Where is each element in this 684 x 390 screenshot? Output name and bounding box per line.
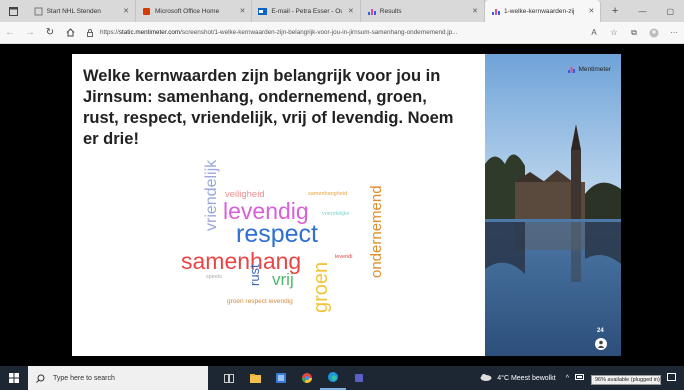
battery-icon[interactable] [575, 374, 585, 382]
word-vriendelijk: vriendelijk [203, 159, 220, 231]
word-vriendelijke: vriendelijke [322, 211, 350, 217]
address-toolbar: ← → ↻ https://static.mentimeter.com/scre… [0, 22, 684, 44]
slide-question: Welke kernwaarden zijn belangrijk voor j… [83, 67, 454, 148]
participant-icon [595, 338, 607, 350]
minimize-icon[interactable]: — [629, 0, 657, 22]
word-rust: rust [247, 264, 262, 286]
page-icon [34, 7, 43, 16]
powerpoint-icon[interactable] [268, 366, 294, 390]
forward-icon[interactable]: → [20, 22, 40, 44]
url-host: static.mentimeter.com [118, 29, 181, 36]
taskbar: Type here to search 4°C Meest bewolkt ^ [0, 366, 684, 390]
word-ondernemend: ondernemend [368, 185, 385, 278]
search-icon [36, 374, 45, 383]
word-speels: speels [206, 274, 222, 280]
outlook-icon [258, 7, 268, 16]
tab-strip: Start NHL Stenden ✕ Microsoft Office Hom… [0, 0, 684, 22]
cloud-icon [480, 373, 492, 383]
close-icon[interactable]: ✕ [239, 7, 245, 15]
edge-icon[interactable] [320, 366, 346, 390]
url-path: /screenshot/1-welke-kernwaarden-zijn-bel… [180, 29, 458, 36]
jirnsum-photo: Mentimeter [485, 54, 621, 356]
lock-icon [86, 28, 94, 37]
search-placeholder: Type here to search [53, 374, 115, 382]
file-explorer-icon[interactable] [242, 366, 268, 390]
teams-icon[interactable] [346, 366, 372, 390]
maximize-icon[interactable]: ▢ [656, 0, 684, 22]
read-aloud-icon[interactable]: A [584, 22, 604, 44]
chevron-up-icon[interactable]: ^ [566, 375, 569, 382]
close-icon[interactable]: ✕ [348, 7, 354, 15]
mentimeter-brand: Mentimeter [568, 66, 611, 73]
tab-email[interactable]: E-mail - Petra Esser - Outl ✕ [252, 0, 361, 22]
notification-icon[interactable] [667, 372, 676, 384]
collections-icon[interactable]: ⧉ [624, 22, 644, 44]
word-groen-respect-levendig: groen respect levendig [227, 298, 293, 305]
tab-label: Microsoft Office Home [155, 7, 220, 15]
refresh-icon[interactable]: ↻ [40, 22, 60, 44]
weather-widget[interactable]: 4°C Meest bewolkt [480, 373, 556, 383]
word-groen: groen [310, 261, 332, 313]
tab-label: Results [379, 7, 402, 15]
tab-start-nhl-stenden[interactable]: Start NHL Stenden ✕ [28, 0, 137, 22]
taskbar-search-input[interactable]: Type here to search [28, 366, 208, 390]
task-view-icon[interactable] [216, 366, 242, 390]
tab-label: Start NHL Stenden [46, 7, 101, 15]
close-icon[interactable]: ✕ [588, 7, 594, 15]
favorites-icon[interactable]: ☆ [604, 22, 624, 44]
mentimeter-logo-icon [568, 66, 576, 73]
office-icon [142, 7, 151, 16]
url-field[interactable]: https://static.mentimeter.com/screenshot… [86, 25, 578, 41]
weather-text: 4°C Meest bewolkt [497, 374, 556, 382]
new-tab-button[interactable]: + [601, 0, 629, 22]
tab-results[interactable]: Results ✕ [361, 0, 485, 22]
profile-icon[interactable] [644, 22, 664, 44]
tab-active-screenshot[interactable]: 1-welke-kernwaarden-zij ✕ [485, 0, 602, 22]
windows-start-icon[interactable] [0, 366, 28, 390]
word-respect: respect [236, 220, 318, 248]
home-icon[interactable] [60, 22, 80, 44]
slide: Welke kernwaarden zijn belangrijk voor j… [72, 54, 485, 356]
tab-microsoft-office-home[interactable]: Microsoft Office Home ✕ [136, 0, 253, 22]
tab-label: E-mail - Petra Esser - Outl [271, 7, 342, 15]
brand-name: Mentimeter [578, 66, 611, 73]
mentimeter-icon [491, 7, 500, 16]
close-icon[interactable]: ✕ [123, 7, 129, 15]
back-icon[interactable]: ← [0, 22, 20, 44]
chrome-icon[interactable] [294, 366, 320, 390]
mentimeter-icon [367, 7, 376, 16]
url-prefix: https:// [100, 29, 119, 36]
tab-label: 1-welke-kernwaarden-zij [504, 7, 575, 15]
word-levendi: levendi [335, 254, 353, 260]
tab-actions-icon[interactable] [0, 0, 28, 22]
more-icon[interactable]: ··· [664, 22, 684, 44]
word-vrij: vrij [272, 270, 294, 289]
page-content: Welke kernwaarden zijn belangrijk voor j… [0, 44, 684, 366]
close-icon[interactable]: ✕ [472, 7, 478, 15]
participant-count: 24 [597, 328, 604, 334]
battery-tooltip: 96% available (plugged in) [591, 375, 661, 385]
word-samenhangheid: samenhangheid [308, 191, 348, 197]
